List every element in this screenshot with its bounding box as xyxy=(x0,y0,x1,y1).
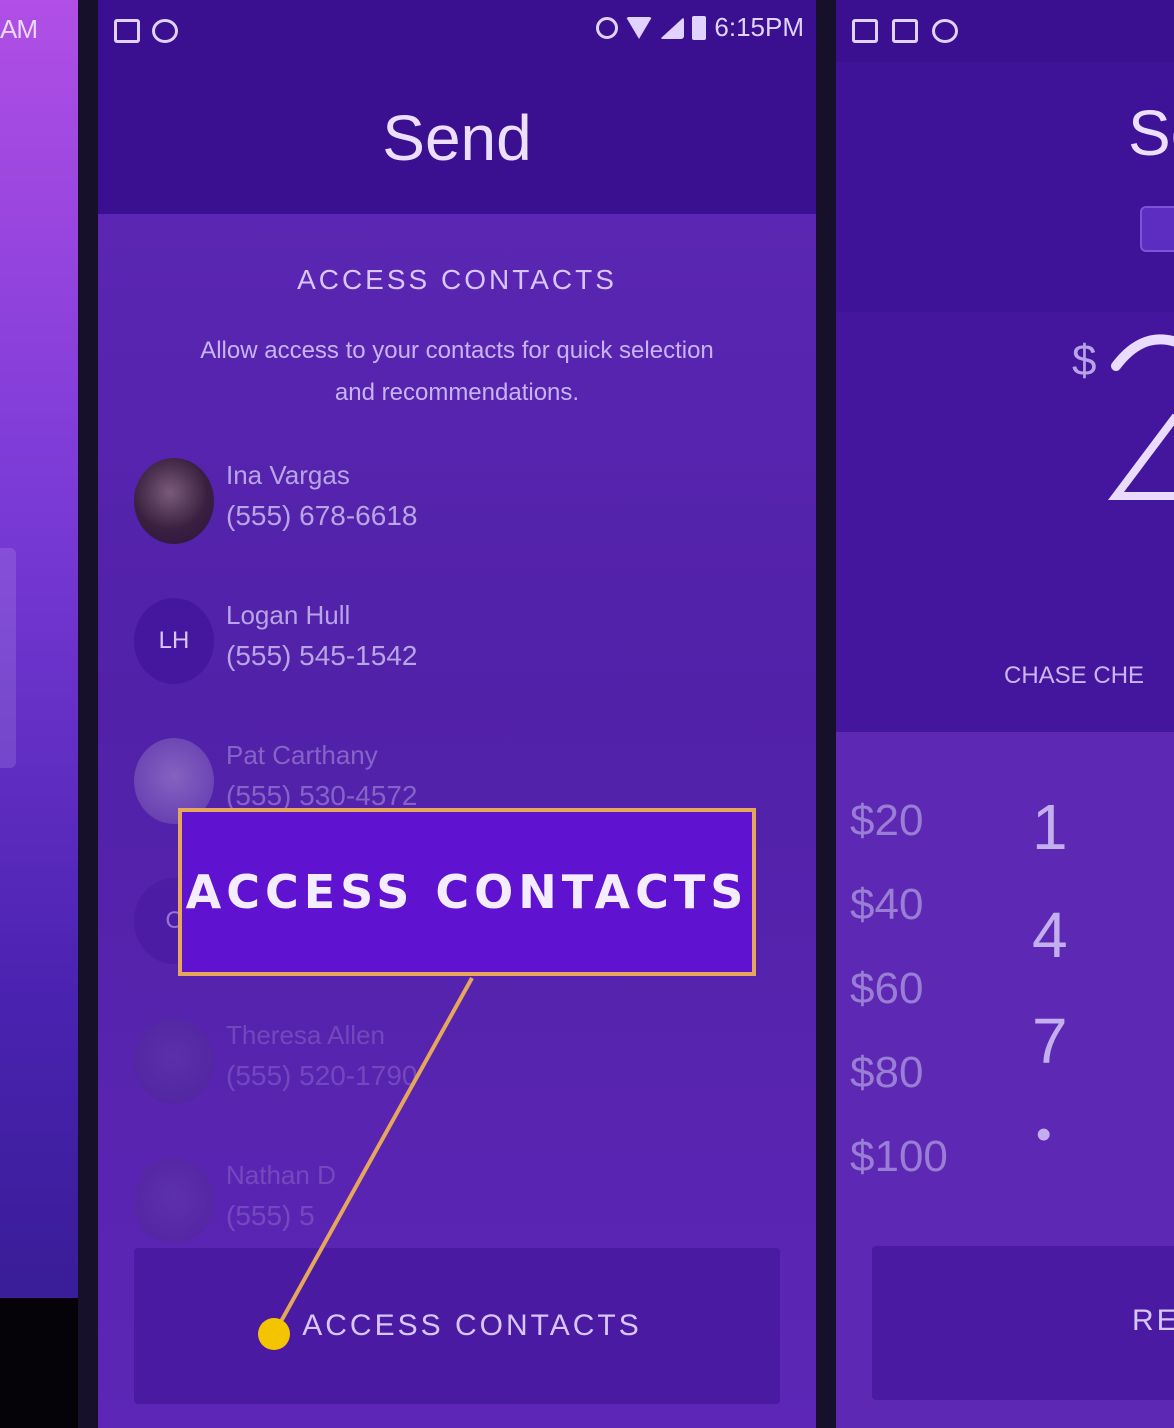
callout-leader-line xyxy=(272,977,474,1335)
callout-pointer xyxy=(258,977,474,1350)
callout-dot xyxy=(258,1318,290,1350)
